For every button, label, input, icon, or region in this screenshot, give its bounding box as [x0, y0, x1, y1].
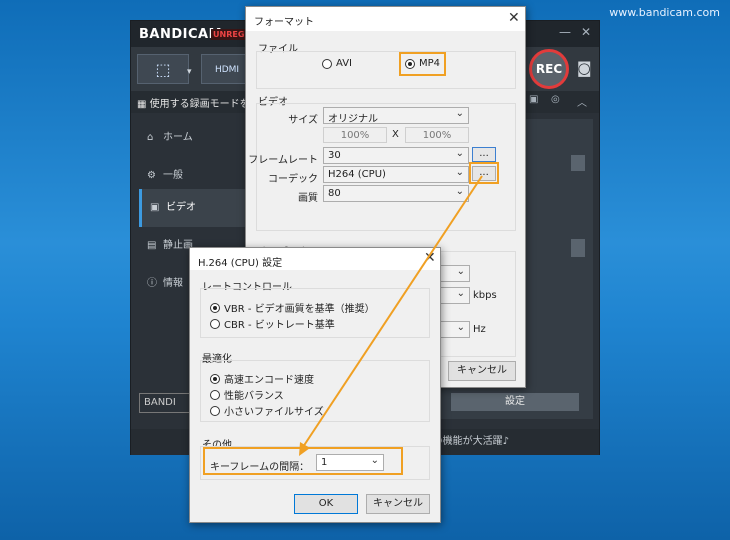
- callout-line: [300, 175, 483, 451]
- callout-arrow: [299, 175, 483, 456]
